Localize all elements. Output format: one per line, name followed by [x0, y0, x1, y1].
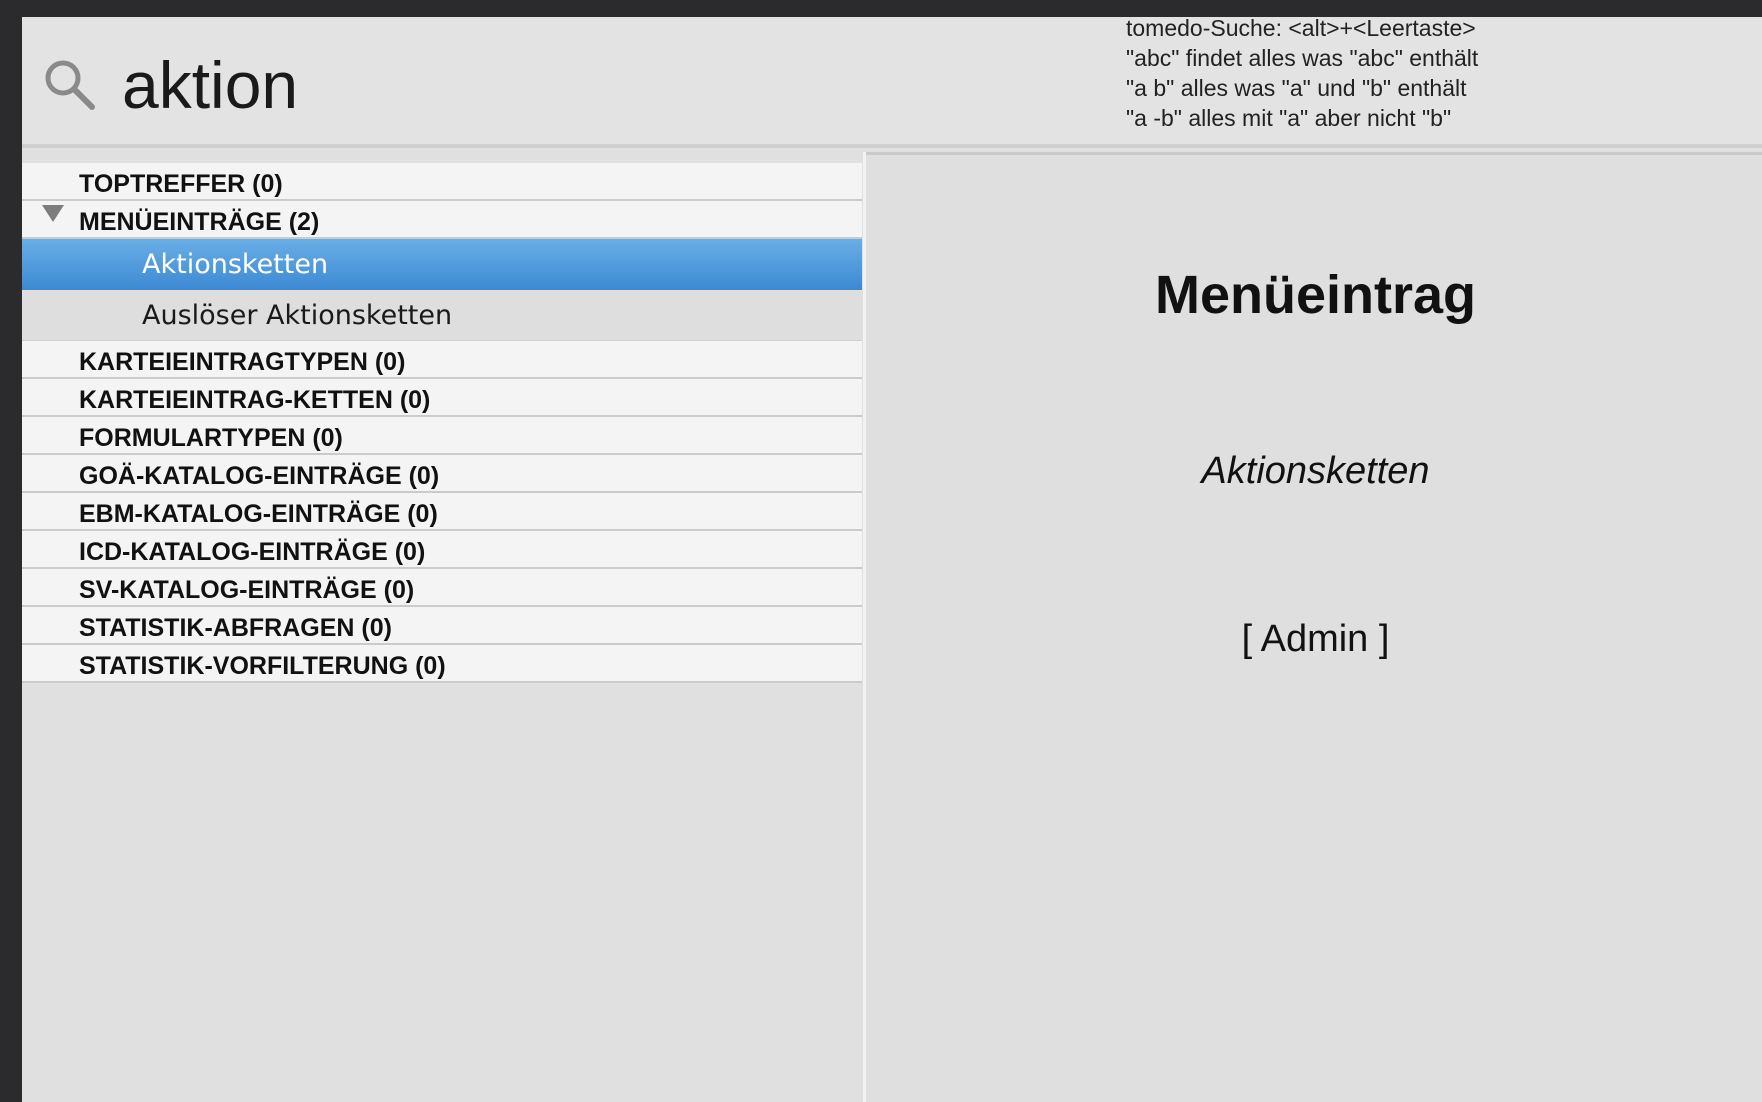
- category-formulartypen[interactable]: FORMULARTYPEN (0): [22, 417, 862, 455]
- category-label: FORMULARTYPEN (0): [79, 424, 343, 452]
- result-item-ausloeser-aktionsketten[interactable]: Auslöser Aktionsketten: [22, 290, 862, 341]
- category-menueeintraege[interactable]: MENÜEINTRÄGE (2): [22, 201, 862, 239]
- category-ebm-katalog[interactable]: EBM-KATALOG-EINTRÄGE (0): [22, 493, 862, 531]
- disclosure-triangle-icon[interactable]: [42, 205, 64, 222]
- category-label: STATISTIK-VORFILTERUNG (0): [79, 652, 446, 680]
- category-label: STATISTIK-ABFRAGEN (0): [79, 614, 392, 642]
- category-label: SV-KATALOG-EINTRÄGE (0): [79, 576, 415, 604]
- detail-panel: Menüeintrag Aktionsketten [ Admin ]: [863, 152, 1762, 1102]
- search-icon: [45, 60, 95, 110]
- category-label: GOÄ-KATALOG-EINTRÄGE (0): [79, 462, 440, 490]
- detail-role: [ Admin ]: [1241, 618, 1390, 660]
- category-sv-katalog[interactable]: SV-KATALOG-EINTRÄGE (0): [22, 569, 862, 607]
- category-label: ICD-KATALOG-EINTRÄGE (0): [79, 538, 426, 566]
- help-line: "a b" alles was "a" und "b" enthält: [1126, 75, 1467, 101]
- category-statistik-vorfilterung[interactable]: STATISTIK-VORFILTERUNG (0): [22, 645, 862, 683]
- category-karteieintrag-ketten[interactable]: KARTEIEINTRAG-KETTEN (0): [22, 379, 862, 417]
- result-item-label: Auslöser Aktionsketten: [142, 300, 453, 331]
- search-window: tomedo-Suche: <alt>+<Leertaste> "abc" fi…: [22, 17, 1762, 1102]
- search-bar: tomedo-Suche: <alt>+<Leertaste> "abc" fi…: [22, 17, 1762, 147]
- result-item-aktionsketten[interactable]: Aktionsketten: [22, 239, 862, 290]
- category-label: EBM-KATALOG-EINTRÄGE (0): [79, 500, 438, 528]
- category-toptreffer[interactable]: TOPTREFFER (0): [22, 163, 862, 201]
- category-label: MENÜEINTRÄGE (2): [79, 208, 320, 236]
- search-divider: [22, 144, 1762, 148]
- help-line: "abc" findet alles was "abc" enthält: [1126, 45, 1479, 71]
- detail-divider: [866, 152, 1762, 155]
- category-label: KARTEIEINTRAG-KETTEN (0): [79, 386, 431, 414]
- category-label: TOPTREFFER (0): [79, 170, 283, 198]
- category-karteieintragtypen[interactable]: KARTEIEINTRAGTYPEN (0): [22, 341, 862, 379]
- category-goae-katalog[interactable]: GOÄ-KATALOG-EINTRÄGE (0): [22, 455, 862, 493]
- search-help-text: tomedo-Suche: <alt>+<Leertaste> "abc" fi…: [1126, 17, 1566, 133]
- detail-title: Menüeintrag: [1154, 265, 1477, 325]
- help-line: "a -b" alles mit "a" aber nicht "b": [1126, 105, 1452, 131]
- result-item-label: Aktionsketten: [142, 249, 329, 280]
- category-icd-katalog[interactable]: ICD-KATALOG-EINTRÄGE (0): [22, 531, 862, 569]
- category-label: KARTEIEINTRAGTYPEN (0): [79, 348, 406, 376]
- search-input[interactable]: [122, 45, 1082, 125]
- results-list[interactable]: TOPTREFFER (0) MENÜEINTRÄGE (2) Aktionsk…: [22, 163, 862, 1102]
- help-line: tomedo-Suche: <alt>+<Leertaste>: [1126, 17, 1476, 41]
- detail-entry-name: Aktionsketten: [1201, 450, 1430, 492]
- category-statistik-abfragen[interactable]: STATISTIK-ABFRAGEN (0): [22, 607, 862, 645]
